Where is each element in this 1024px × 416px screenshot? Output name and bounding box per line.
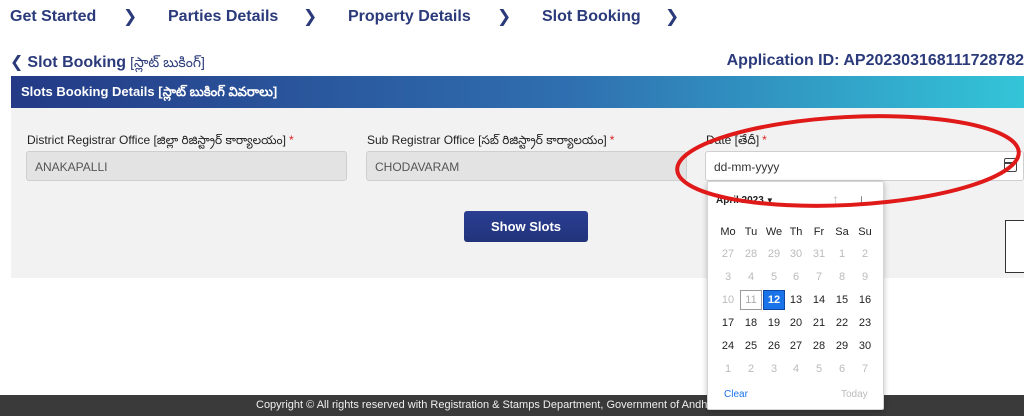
calendar-day: 6 [792,271,800,283]
application-id: Application ID: AP202303168111728782 [726,52,1024,69]
step-property-details[interactable]: Property Details [348,8,471,26]
calendar-day-selected[interactable]: 12 [763,290,785,310]
arrow-up-icon[interactable]: ↑ [832,191,839,207]
back-link[interactable]: ❮ Slot Booking [స్లాట్ బుకింగ్] [10,52,205,74]
weekday-header: We [765,226,783,238]
month-year-label: April 2023 [716,195,764,206]
calendar-day[interactable]: 27 [785,336,807,356]
progress-stepper: Get Started ❯ Parties Details ❯ Property… [0,0,1024,36]
required-mark: * [609,133,615,147]
page-title: Slot Booking [27,54,127,71]
calendar-day[interactable]: 20 [785,313,807,333]
weekday-header: Su [858,226,872,238]
show-slots-button[interactable]: Show Slots [464,211,588,242]
date-input[interactable] [714,158,994,176]
calendar-day: 29 [767,248,781,260]
calendar-day[interactable]: 26 [763,336,785,356]
calendar-day: 5 [770,271,778,283]
weekday-header: Tu [744,226,758,238]
footer-copyright: Copyright © All rights reserved with Reg… [256,399,762,411]
calendar-day: 6 [838,363,846,375]
calendar-day[interactable]: 23 [854,313,876,333]
calendar-day: 9 [861,271,869,283]
calendar-day: 1 [838,248,846,260]
section-header: Slots Booking Details [స్లాట్ బుకింగ్ వి… [11,76,1024,108]
chevron-left-icon: ❮ [10,54,24,71]
calendar-day: 1 [724,363,732,375]
calendar-day[interactable]: 19 [763,313,785,333]
weekday-header: Mo [720,226,736,238]
calendar-day[interactable]: 18 [740,313,762,333]
weekday-header: Fr [813,226,825,238]
section-title: Slots Booking Details [స్లాట్ బుకింగ్ వి… [21,84,278,99]
calendar-day[interactable]: 21 [808,313,830,333]
date-label-text: Date [తేదీ] [706,133,760,147]
sub-registrar-label: Sub Registrar Office [సబ్ రిజిస్ట్రార్ క… [367,133,614,150]
district-field[interactable]: ANAKAPALLI [26,151,347,181]
calendar-day: 2 [861,248,869,260]
date-picker-popup: April 2023 ▼ ↑ ↓ Clear Today Mo Tu We Th Fr Sa… [707,181,884,410]
calendar-day[interactable]: 15 [831,290,853,310]
calendar-day: 3 [770,363,778,375]
chevron-right-icon: ❯ [303,7,318,26]
month-year-selector[interactable]: April 2023 ▼ [716,195,774,206]
page-title-row: ❮ Slot Booking [స్లాట్ బుకింగ్] Applicatio… [0,50,1024,74]
calendar-day: 7 [861,363,869,375]
calendar-today-button[interactable]: Today [841,389,868,400]
arrow-down-icon[interactable]: ↓ [858,191,865,207]
calendar-day[interactable]: 30 [854,336,876,356]
step-parties-details[interactable]: Parties Details [168,8,278,26]
calendar-day: 5 [815,363,823,375]
calendar-day[interactable]: 22 [831,313,853,333]
calendar-day: 8 [838,271,846,283]
calendar-day: 30 [789,248,803,260]
calendar-day[interactable]: 28 [808,336,830,356]
calendar-day: 4 [792,363,800,375]
calendar-day[interactable]: 13 [785,290,807,310]
district-label: District Registrar Office [జిల్లా రిజిస్… [27,133,294,150]
side-panel-edge [1005,220,1024,273]
date-label: Date [తేదీ] * [706,133,767,150]
calendar-day[interactable]: 25 [740,336,762,356]
weekday-header: Th [789,226,803,238]
calendar-day: 27 [721,248,735,260]
step-slot-booking[interactable]: Slot Booking [542,8,641,26]
required-mark: * [288,133,294,147]
calendar-day: 2 [747,363,755,375]
page-title-telugu: [స్లాట్ బుకింగ్] [130,54,205,70]
calendar-clear-button[interactable]: Clear [724,389,748,400]
calendar-day[interactable]: 29 [831,336,853,356]
chevron-right-icon: ❯ [665,7,680,26]
district-label-text: District Registrar Office [జిల్లా రిజిస్… [27,133,286,147]
calendar-day: 3 [724,271,732,283]
sub-registrar-field[interactable]: CHODAVARAM [366,151,687,181]
calendar-day[interactable]: 17 [717,313,739,333]
required-mark: * [762,133,767,147]
calendar-day: 31 [812,248,826,260]
caret-down-icon: ▼ [765,196,774,205]
chevron-right-icon: ❯ [123,7,138,26]
calendar-day: 28 [744,248,758,260]
chevron-right-icon: ❯ [497,7,512,26]
calendar-day: 4 [747,271,755,283]
sub-registrar-label-text: Sub Registrar Office [సబ్ రిజిస్ట్రార్ క… [367,133,607,147]
date-field[interactable] [705,151,1024,181]
step-get-started[interactable]: Get Started [10,8,96,26]
calendar-day[interactable]: 16 [854,290,876,310]
calendar-icon[interactable] [1004,158,1017,172]
calendar-day[interactable]: 24 [717,336,739,356]
calendar-day: 11 [740,290,762,310]
calendar-day: 10 [721,294,735,306]
calendar-day: 7 [815,271,823,283]
weekday-header: Sa [835,226,849,238]
calendar-day[interactable]: 14 [808,290,830,310]
